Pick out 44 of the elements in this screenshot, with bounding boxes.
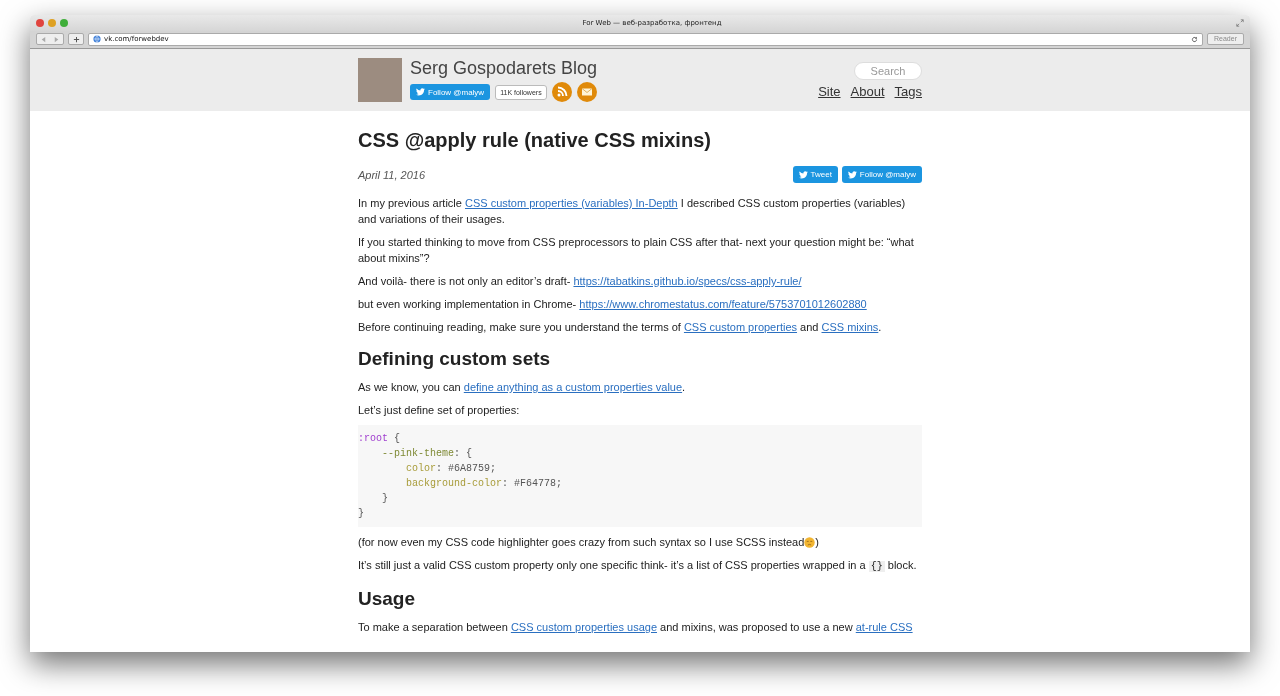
plus-icon [72,35,80,43]
code-block: :root { --pink-theme: { color: #6A8759; background-color: #F64778; } } [358,425,922,527]
paragraph: As we know, you can define anything as a custom properties value. [358,380,687,395]
nav-link[interactable]: Site [818,83,841,99]
paragraph: And voilà- there is not only an editor’s draft- https://tabatkins.github.io/specs/css-apply-rule/ [358,274,803,289]
text-link[interactable]: CSS custom properties usage [510,621,657,633]
search-field[interactable]: Search [854,61,922,80]
bird-icon [798,170,808,179]
rss-icon[interactable] [551,82,572,102]
add-bookmark-button[interactable] [68,33,84,45]
paragraph: (for now even my CSS code highlighter goes crazy from such syntax so I use SCSS instead ) [358,535,820,550]
paragraph: If you started thinking to move from CSS preprocessors to plain CSS after that- next your question might be: “what about mixins”? [358,235,915,266]
text-link[interactable]: CSS custom properties (variables) In-Depth [465,197,678,209]
blog-title[interactable]: Serg Gospodarets Blog [410,58,598,79]
avatar-placeholder [358,58,402,102]
email-icon[interactable] [576,82,597,102]
post-date: April 11, 2016 [358,168,426,181]
follow-button[interactable]: Follow @malyw [410,84,491,100]
nav-link[interactable]: About [850,83,885,99]
paragraph: Let’s just define set of properties: [358,403,521,418]
text-link[interactable]: https://www.chromestatus.com/feature/5753701012602880 [579,298,867,310]
section-heading: Defining custom sets [358,348,552,370]
paragraph: It’s still just a valid CSS custom property only one specific think- it’s a list of CSS properties wrapped in a {} block. [358,558,918,574]
text-link[interactable]: CSS custom properties [683,321,798,333]
tweet-button[interactable]: Tweet [792,166,838,183]
paragraph: To make a separation between CSS custom properties usage and mixins, was proposed to use a new at-rule CSS [358,620,914,635]
follow-button[interactable]: Follow @malyw [841,166,922,183]
article-title: CSS @apply rule (native CSS mixins) [358,129,712,152]
bird-icon [847,170,857,179]
reload-icon[interactable] [1191,35,1199,43]
bird-icon [416,88,425,96]
paragraph: but even working implementation in Chrome- https://www.chromestatus.com/feature/5753701012602880 [358,297,868,312]
fullscreen-icon[interactable] [1236,19,1244,27]
section-heading: Usage [358,588,417,610]
zoom-icon[interactable] [60,19,68,27]
text-link[interactable]: at-rule CSS [855,621,913,633]
minimize-icon[interactable] [48,19,56,27]
nav-link[interactable]: Tags [894,83,922,99]
close-icon[interactable] [36,19,44,27]
paragraph: Before continuing reading, make sure you understand the terms of CSS custom properties and CSS mixins. [358,320,883,335]
text-link[interactable]: https://tabatkins.github.io/specs/css-apply-rule/ [573,275,802,287]
globe-icon [93,35,101,43]
text-link[interactable]: define anything as a custom properties value [463,381,683,393]
paragraph: In my previous article CSS custom properties (variables) In-Depth I described CSS custom properties (variables) and variations of their usages. [358,196,907,227]
